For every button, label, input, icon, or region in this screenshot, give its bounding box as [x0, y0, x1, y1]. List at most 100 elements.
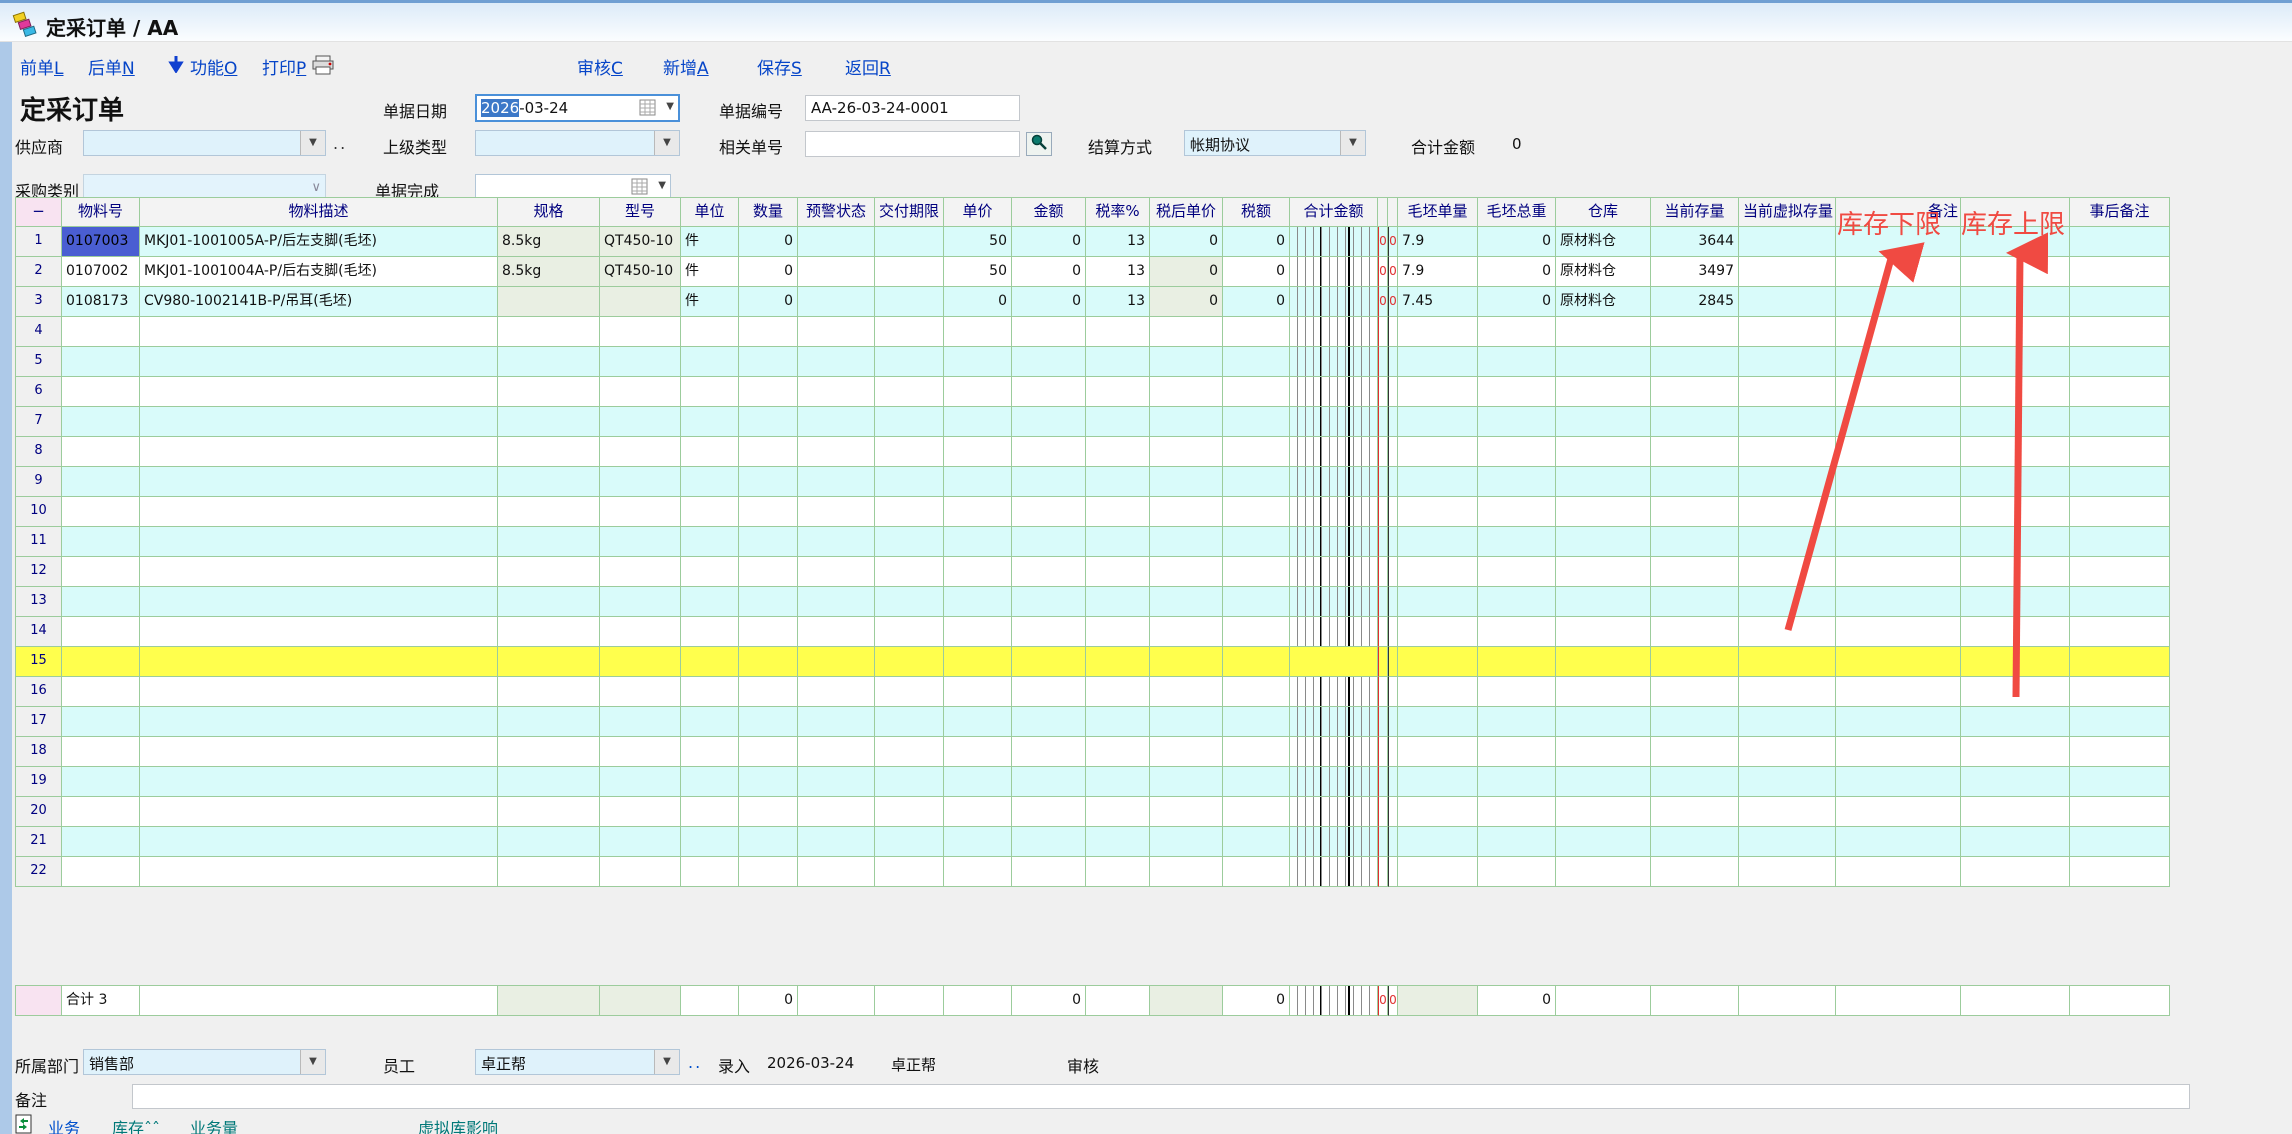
- cell-model[interactable]: [600, 377, 681, 407]
- cell-upper[interactable]: [1961, 317, 2070, 347]
- cell-deadline[interactable]: [875, 647, 944, 677]
- cell-stock[interactable]: [1651, 437, 1739, 467]
- cell-deadline[interactable]: [875, 737, 944, 767]
- cell-blankunit[interactable]: [1398, 797, 1478, 827]
- cell-price[interactable]: 0: [944, 287, 1012, 317]
- cell-stock[interactable]: [1651, 707, 1739, 737]
- cell-blankunit[interactable]: [1398, 557, 1478, 587]
- cell-price[interactable]: 50: [944, 227, 1012, 257]
- cell-tax[interactable]: [1223, 617, 1290, 647]
- cell-red2[interactable]: [1388, 857, 1398, 887]
- cell-blanktotal[interactable]: [1478, 707, 1556, 737]
- cell-postremark[interactable]: [2070, 227, 2170, 257]
- cell-vstock[interactable]: [1739, 677, 1836, 707]
- cell-spec[interactable]: [498, 647, 600, 677]
- cell-vstock[interactable]: [1739, 827, 1836, 857]
- cell-red1[interactable]: [1378, 497, 1388, 527]
- cell-red1[interactable]: [1378, 587, 1388, 617]
- cell-remark[interactable]: [1836, 767, 1961, 797]
- cell-stripes[interactable]: [1290, 467, 1378, 497]
- cell-model[interactable]: [600, 707, 681, 737]
- cell-stripes[interactable]: [1290, 797, 1378, 827]
- cell-remark[interactable]: [1836, 797, 1961, 827]
- cell-tax[interactable]: [1223, 497, 1290, 527]
- cell-price[interactable]: [944, 647, 1012, 677]
- doc-no-input[interactable]: AA-26-03-24-0001: [805, 95, 1020, 121]
- cell-warn[interactable]: [798, 647, 875, 677]
- cell-vstock[interactable]: [1739, 287, 1836, 317]
- cell-desc[interactable]: [140, 767, 498, 797]
- cell-unit[interactable]: [681, 437, 739, 467]
- tab-business[interactable]: 业务: [48, 1115, 80, 1134]
- cell-taxrate[interactable]: [1086, 587, 1150, 617]
- cell-stripes[interactable]: [1290, 257, 1378, 287]
- cell-afterprice[interactable]: [1150, 827, 1223, 857]
- print-button[interactable]: 打印P: [262, 54, 306, 79]
- cell-afterprice[interactable]: [1150, 857, 1223, 887]
- cell-unit[interactable]: [681, 737, 739, 767]
- cell-tax[interactable]: [1223, 707, 1290, 737]
- cell-postremark[interactable]: [2070, 437, 2170, 467]
- cell-blanktotal[interactable]: 0: [1478, 227, 1556, 257]
- cell-spec[interactable]: [498, 737, 600, 767]
- cell-qty[interactable]: [739, 737, 798, 767]
- cell-warn[interactable]: [798, 617, 875, 647]
- cell-model[interactable]: [600, 287, 681, 317]
- cell-red2[interactable]: [1388, 557, 1398, 587]
- cell-remark[interactable]: [1836, 587, 1961, 617]
- cell-red1[interactable]: [1378, 377, 1388, 407]
- cell-tax[interactable]: [1223, 737, 1290, 767]
- cell-vstock[interactable]: [1739, 257, 1836, 287]
- cell-code[interactable]: [62, 647, 140, 677]
- cell-warehouse[interactable]: [1556, 527, 1651, 557]
- cell-red1[interactable]: [1378, 317, 1388, 347]
- cell-unit[interactable]: 件: [681, 227, 739, 257]
- cell-spec[interactable]: [498, 827, 600, 857]
- cell-red2[interactable]: [1388, 407, 1398, 437]
- cell-upper[interactable]: [1961, 527, 2070, 557]
- function-menu-button[interactable]: 功能O: [190, 54, 237, 79]
- cell-no[interactable]: 8: [16, 437, 62, 467]
- cell-postremark[interactable]: [2070, 317, 2170, 347]
- cell-tax[interactable]: [1223, 797, 1290, 827]
- cell-red2[interactable]: [1388, 527, 1398, 557]
- cell-stripes[interactable]: [1290, 287, 1378, 317]
- cell-blankunit[interactable]: [1398, 527, 1478, 557]
- cell-taxrate[interactable]: [1086, 377, 1150, 407]
- cell-unit[interactable]: [681, 317, 739, 347]
- cell-stripes[interactable]: [1290, 767, 1378, 797]
- cell-model[interactable]: QT450-10: [600, 257, 681, 287]
- cell-code[interactable]: [62, 407, 140, 437]
- back-button[interactable]: 返回R: [845, 54, 891, 79]
- cell-afterprice[interactable]: [1150, 617, 1223, 647]
- cell-desc[interactable]: MKJ01-1001004A-P/后右支脚(毛坯): [140, 257, 498, 287]
- cell-red2[interactable]: [1388, 467, 1398, 497]
- refresh-doc-icon[interactable]: [14, 1113, 34, 1134]
- cell-vstock[interactable]: [1739, 767, 1836, 797]
- cell-spec[interactable]: [498, 467, 600, 497]
- cell-amount[interactable]: [1012, 707, 1086, 737]
- cell-upper[interactable]: [1961, 257, 2070, 287]
- cell-amount[interactable]: [1012, 407, 1086, 437]
- cell-vstock[interactable]: [1739, 857, 1836, 887]
- cell-amount[interactable]: 0: [1012, 257, 1086, 287]
- cell-vstock[interactable]: [1739, 317, 1836, 347]
- cell-price[interactable]: 50: [944, 257, 1012, 287]
- cell-no[interactable]: 10: [16, 497, 62, 527]
- cell-vstock[interactable]: [1739, 407, 1836, 437]
- cell-amount[interactable]: [1012, 767, 1086, 797]
- cell-deadline[interactable]: [875, 437, 944, 467]
- cell-warn[interactable]: [798, 587, 875, 617]
- cell-taxrate[interactable]: [1086, 317, 1150, 347]
- cell-code[interactable]: [62, 857, 140, 887]
- cell-unit[interactable]: [681, 617, 739, 647]
- cell-price[interactable]: [944, 347, 1012, 377]
- cell-tax[interactable]: [1223, 677, 1290, 707]
- cell-code[interactable]: 0107002: [62, 257, 140, 287]
- cell-warn[interactable]: [798, 437, 875, 467]
- cell-taxrate[interactable]: [1086, 437, 1150, 467]
- cell-amount[interactable]: [1012, 737, 1086, 767]
- cell-afterprice[interactable]: 0: [1150, 287, 1223, 317]
- cell-warn[interactable]: [798, 707, 875, 737]
- cell-warn[interactable]: [798, 317, 875, 347]
